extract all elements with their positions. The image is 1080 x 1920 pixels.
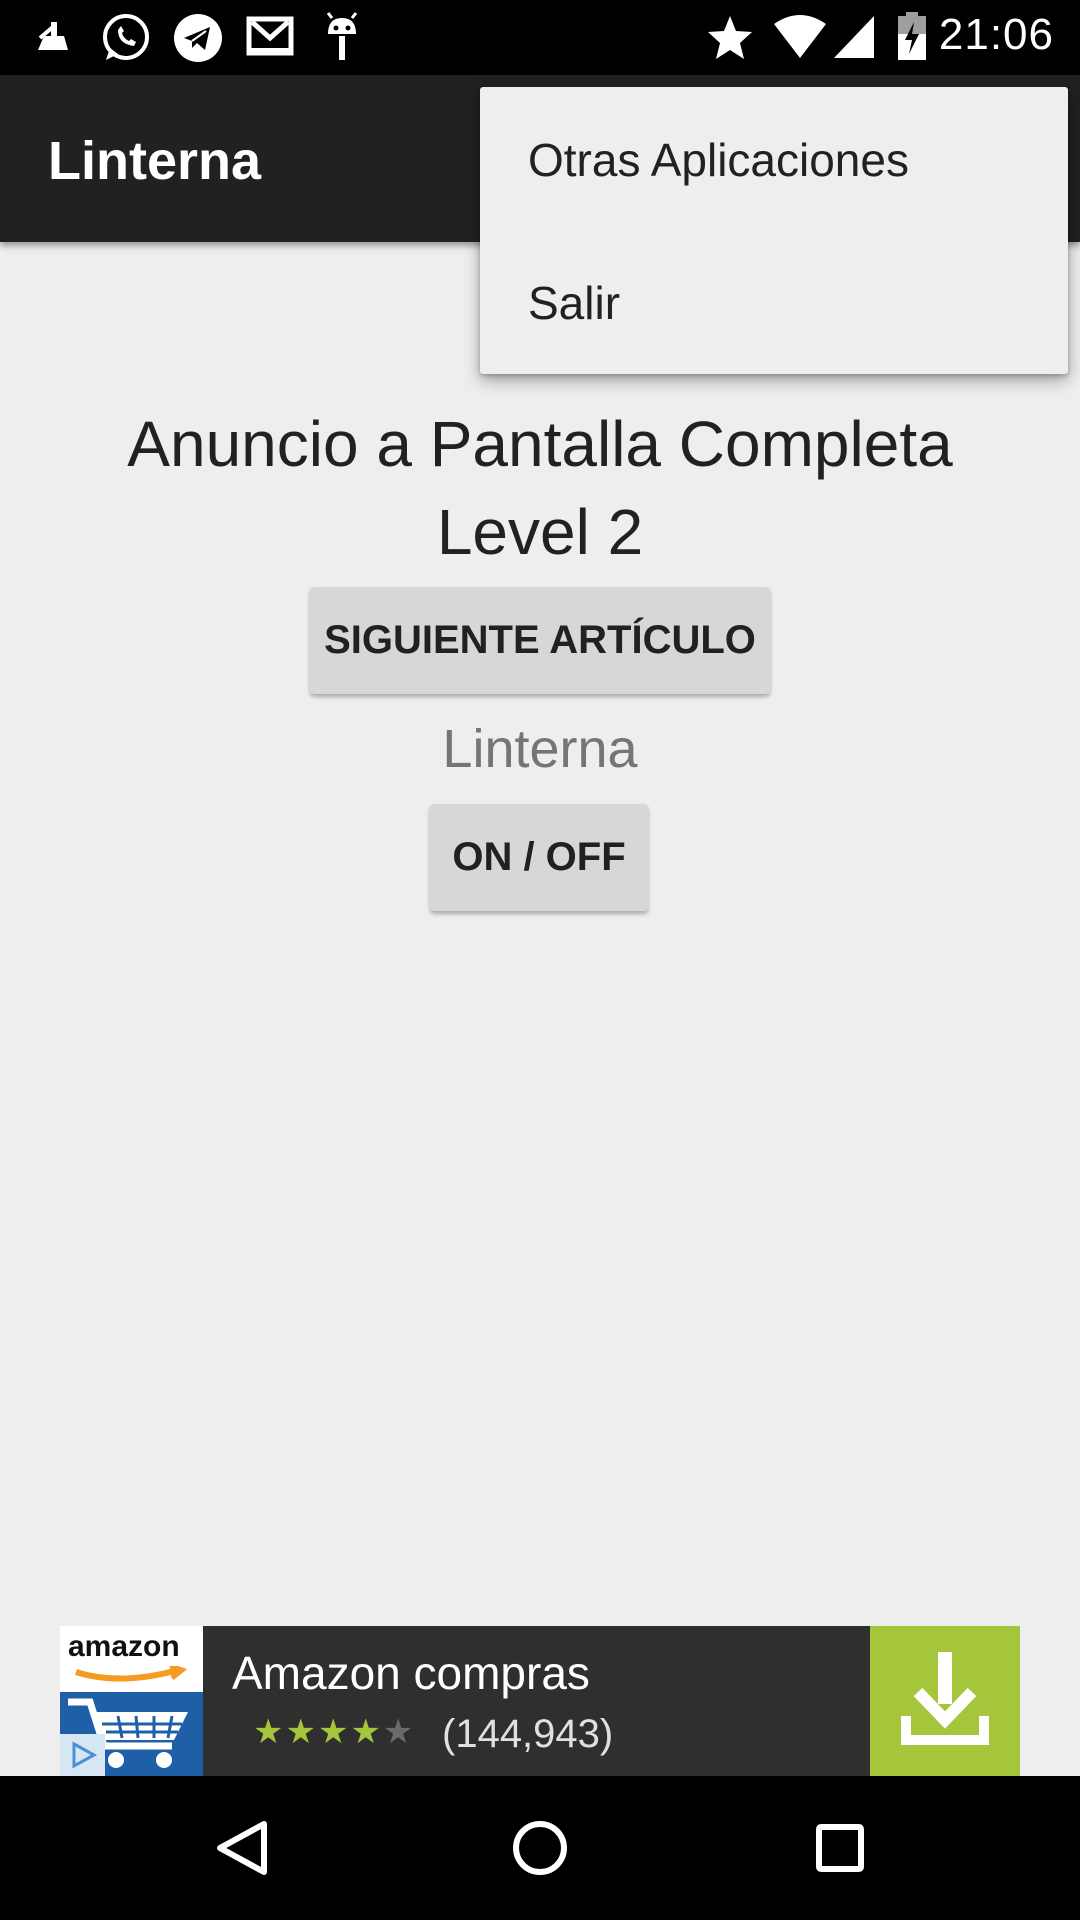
menu-item-label: Salir [528,277,621,329]
download-icon [901,1652,989,1745]
rating-stars-filled: ★★★★ [253,1713,383,1751]
back-icon [217,1821,267,1875]
cell-signal-icon [832,14,876,65]
ad-rating-count: (144,943) [442,1712,614,1756]
recents-button[interactable] [790,1798,890,1898]
whatsapp-icon [100,12,152,69]
ad-title: Amazon compras [232,1647,590,1699]
menu-item-label: Otras Aplicaciones [528,134,909,186]
home-button[interactable] [490,1798,590,1898]
cleaner-icon [34,18,74,63]
overflow-menu: Otras Aplicaciones Salir [480,87,1068,374]
next-article-button[interactable]: SIGUIENTE ARTÍCULO [310,587,770,694]
on-off-button[interactable]: ON / OFF [430,804,648,911]
telegram-icon [172,12,224,69]
status-time: 21:06 [938,10,1054,59]
amazon-logo-word: amazon [68,1630,180,1663]
headline-line-2: Level 2 [436,496,644,568]
app-title: Linterna [48,131,262,191]
ad-download-button[interactable] [870,1626,1020,1776]
ad-banner[interactable]: amazon Amazon compras ★★★★★ (144,943) [60,1626,1020,1776]
battery-charging-icon [896,10,928,67]
menu-item-other-apps[interactable]: Otras Aplicaciones [480,87,1068,227]
headline-line-1: Anuncio a Pantalla Completa [127,408,953,480]
flashlight-label: Linterna [442,719,638,779]
home-icon [513,1821,567,1875]
star-icon [706,14,754,65]
screen: 21:06 Linterna Anuncio a Pantalla Comple… [0,0,1080,1920]
status-bar: 21:06 [0,0,1080,75]
navigation-bar [0,1776,1080,1920]
gmail-icon [246,14,294,63]
ad-rating-stars: ★★★★★ [253,1712,415,1752]
android-debug-icon [322,12,362,69]
headline: Anuncio a Pantalla Completa Level 2 [0,400,1080,576]
wifi-icon [772,14,828,65]
adchoices-icon[interactable] [60,1734,105,1776]
recents-icon [816,1824,864,1872]
menu-item-exit[interactable]: Salir [480,230,1068,370]
back-button[interactable] [190,1798,290,1898]
rating-stars-empty: ★ [382,1713,416,1751]
